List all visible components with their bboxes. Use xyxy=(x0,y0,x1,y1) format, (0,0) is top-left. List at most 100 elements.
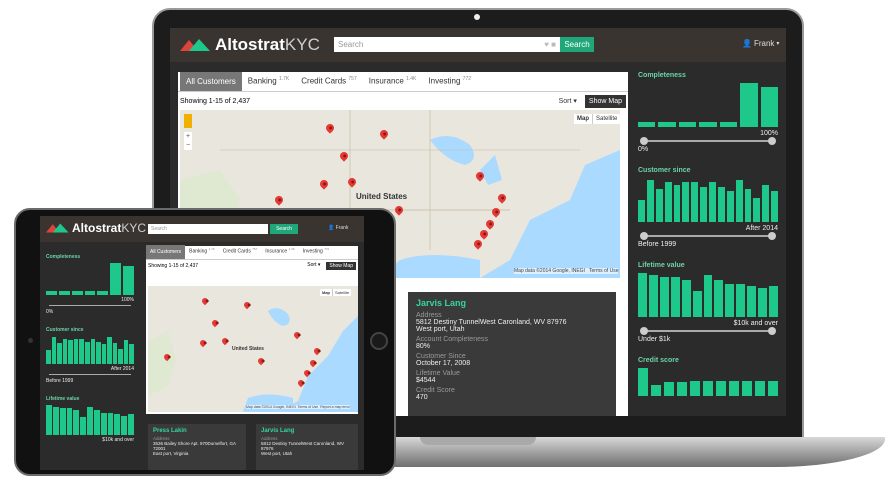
result-count: Showing 1-15 of 2,437 xyxy=(148,263,199,269)
tab-insurance[interactable]: Insurance 1.4K xyxy=(261,243,299,259)
address-city: West port, Utah xyxy=(261,451,293,456)
histogram-bar xyxy=(107,412,114,435)
histogram-bar xyxy=(714,279,724,317)
tab-banking[interactable]: Banking 1.7K xyxy=(242,71,295,91)
customer-card[interactable]: Jarvis Lang Address 5812 Destiny TunnelW… xyxy=(256,424,358,470)
tab-investing[interactable]: Investing 772 xyxy=(299,243,333,259)
histogram-bar xyxy=(114,414,121,435)
slider-knob-max[interactable] xyxy=(768,327,776,335)
user-name: Frank xyxy=(753,39,775,48)
histogram-bar xyxy=(726,191,734,222)
show-map-button[interactable]: Show Map xyxy=(326,262,356,270)
histogram-bar xyxy=(716,380,726,396)
since-label: Customer Since xyxy=(416,353,466,360)
lifetime-slider[interactable] xyxy=(640,327,776,335)
tablet-search-input[interactable]: Search xyxy=(148,224,268,234)
map-type-map[interactable]: Map xyxy=(574,114,592,124)
histogram-bar xyxy=(744,189,752,222)
histogram-bar xyxy=(719,121,738,127)
customer-name[interactable]: Jarvis Lang xyxy=(416,298,608,308)
tab-banking[interactable]: Banking 1.7K xyxy=(185,243,219,259)
tab-investing[interactable]: Investing 772 xyxy=(422,71,477,91)
map-type-satellite[interactable]: Satellite xyxy=(592,114,620,124)
zoom-controls[interactable]: + − xyxy=(184,132,192,150)
laptop-notch xyxy=(420,437,536,445)
map-type-satellite[interactable]: Satellite xyxy=(332,289,351,296)
histogram-bar xyxy=(678,121,697,127)
histogram-bar xyxy=(735,180,743,222)
tab-all-customers[interactable]: All Customers xyxy=(146,245,186,259)
histogram-bar xyxy=(658,121,676,127)
histogram-bar xyxy=(121,415,128,435)
histogram-bar xyxy=(699,121,717,127)
search-placeholder: Search xyxy=(338,40,364,49)
histogram-bar xyxy=(93,409,100,435)
histogram-bar xyxy=(758,288,768,317)
sort-dropdown[interactable]: Sort ▾ xyxy=(559,97,577,105)
since-histogram xyxy=(46,336,134,364)
tablet-user-menu[interactable]: 👤 Frank xyxy=(328,225,348,231)
tab-all-customers[interactable]: All Customers xyxy=(180,72,242,91)
histogram-bar xyxy=(771,191,778,222)
slider-knob-max[interactable] xyxy=(768,232,776,240)
search-button[interactable]: Search xyxy=(560,37,594,52)
since-slider[interactable] xyxy=(640,232,776,240)
tablet-screen: Altostrat KYC Search Search 👤 Frank Compl… xyxy=(40,216,364,470)
tab-credit-cards[interactable]: Credit Cards 757 xyxy=(219,243,261,259)
tablet-logo[interactable]: Altostrat KYC xyxy=(46,221,146,235)
search-input[interactable]: Search ♥ ■ xyxy=(334,37,560,52)
histogram-bar xyxy=(703,380,713,396)
tab-insurance[interactable]: Insurance 1.4K xyxy=(363,71,423,91)
address-value: 3536 Bailey Shore Apt. 970Dumelfort, GA … xyxy=(153,441,236,451)
slider-knob-min[interactable] xyxy=(640,327,648,335)
lifetime-label: Lifetime Value xyxy=(416,370,460,377)
histogram-bar xyxy=(58,291,70,295)
histogram-bar xyxy=(87,406,93,435)
map-type-map[interactable]: Map xyxy=(320,289,332,296)
histogram-bar xyxy=(717,186,725,222)
histogram-bar xyxy=(659,277,669,317)
since-title: Customer since xyxy=(46,327,84,333)
pegman-icon[interactable] xyxy=(184,114,192,128)
completeness-title: Completeness xyxy=(638,72,686,79)
histogram-bar xyxy=(101,344,107,364)
completeness-slider[interactable] xyxy=(640,137,776,145)
completeness-histogram xyxy=(46,263,135,295)
histogram-bar xyxy=(46,405,52,435)
histogram-bar xyxy=(71,291,83,295)
sort-dropdown[interactable]: Sort ▾ xyxy=(307,262,320,270)
tablet-customer-map[interactable]: United States Map Satellite Map data ©20… xyxy=(148,286,358,412)
completeness-hi: 100% xyxy=(760,130,778,137)
customer-card[interactable]: Press Lakin Address 3536 Bailey Shore Ap… xyxy=(148,424,246,470)
slider-knob-min[interactable] xyxy=(640,137,648,145)
tablet-search-button[interactable]: Search xyxy=(270,224,298,234)
tablet-home-button xyxy=(370,332,388,350)
slider-knob-min[interactable] xyxy=(640,232,648,240)
histogram-bar xyxy=(128,414,134,435)
histogram-bar xyxy=(760,87,778,127)
slider-knob-max[interactable] xyxy=(768,137,776,145)
customer-name[interactable]: Press Lakin xyxy=(153,428,241,434)
lifetime-title: Lifetime value xyxy=(46,396,80,402)
histogram-bar xyxy=(762,184,770,222)
histogram-bar xyxy=(84,341,90,364)
logo-mountain-icon xyxy=(180,39,210,51)
since-hi: After 2014 xyxy=(745,225,778,232)
map-country-label: United States xyxy=(232,346,264,352)
map-type-toggle: Map Satellite xyxy=(574,114,620,124)
heart-icon[interactable]: ♥ ■ xyxy=(544,40,556,49)
histogram-bar xyxy=(725,284,735,317)
histogram-bar xyxy=(62,338,68,364)
logo[interactable]: Altostrat KYC xyxy=(180,35,320,55)
since-slider[interactable] xyxy=(49,374,131,375)
tablet-list-toolbar: Showing 1-15 of 2,437 Sort ▾ Show Map xyxy=(146,260,358,272)
histogram-bar xyxy=(73,409,80,435)
histogram-bar xyxy=(690,380,700,396)
user-menu[interactable]: 👤 Frank ▾ xyxy=(742,39,779,48)
customer-card[interactable]: Jarvis Lang Address 5812 Destiny TunnelW… xyxy=(408,292,616,416)
histogram-bar xyxy=(740,83,758,127)
show-map-button[interactable]: Show Map xyxy=(584,94,626,108)
tab-credit-cards[interactable]: Credit Cards 757 xyxy=(295,71,362,91)
customer-name[interactable]: Jarvis Lang xyxy=(261,428,353,434)
completeness-slider[interactable] xyxy=(49,305,131,306)
